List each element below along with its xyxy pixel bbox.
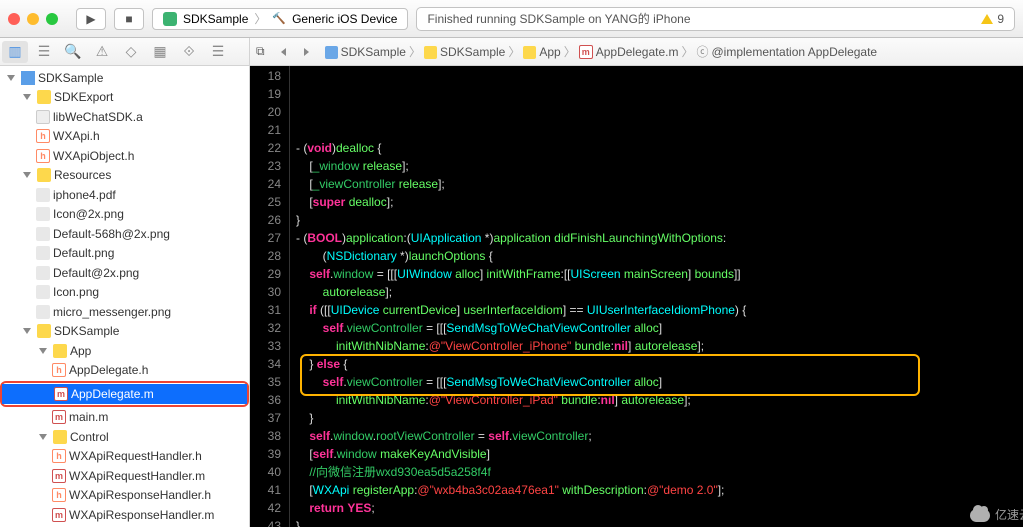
breadcrumb-item[interactable]: @implementation AppDelegate	[711, 45, 877, 59]
tree-row[interactable]: hWXApiRequestHandler.h	[0, 447, 249, 467]
jump-bar[interactable]: ⧉ SDKSample 〉 SDKSample 〉 App 〉 mAppDele…	[250, 38, 1023, 65]
folder-icon	[37, 324, 51, 338]
tree-row[interactable]: mWXApiResponseHandler.m	[0, 505, 249, 525]
lib-file-icon	[36, 110, 50, 124]
h-file-icon: h	[52, 363, 66, 377]
image-file-icon	[36, 207, 50, 221]
find-navigator-tab[interactable]: 🔍	[60, 41, 86, 63]
h-file-icon: h	[52, 488, 66, 502]
tree-row[interactable]: hWXApiObject.h	[0, 146, 249, 166]
forward-button[interactable]	[304, 48, 309, 56]
tree-row[interactable]: App	[0, 341, 249, 361]
m-file-icon: m	[52, 410, 66, 424]
tree-row[interactable]: libWeChatSDK.a	[0, 107, 249, 127]
tree-row[interactable]: SDKExport	[0, 88, 249, 108]
zoom-window-button[interactable]	[46, 13, 58, 25]
tree-row[interactable]: Control	[0, 427, 249, 447]
code-area[interactable]: 亿速云 - (void)dealloc { [_window release];…	[290, 66, 1023, 527]
breadcrumb-item[interactable]: AppDelegate.m	[596, 45, 679, 59]
navigation-bar: ▥ ☰ 🔍 ⚠ ◇ ▦ ⟐ ☰ ⧉ SDKSample 〉 SDKSample …	[0, 38, 1023, 66]
tree-row[interactable]: hWXApi.h	[0, 127, 249, 147]
image-file-icon	[36, 266, 50, 280]
m-file-icon: m	[52, 508, 66, 522]
run-button[interactable]: ▶	[76, 8, 106, 30]
debug-navigator-tab[interactable]: ▦	[147, 41, 173, 63]
warning-count: 9	[997, 12, 1004, 26]
image-file-icon	[36, 227, 50, 241]
window-controls	[8, 13, 58, 25]
issue-navigator-tab[interactable]: ⚠	[89, 41, 115, 63]
tree-row[interactable]: Icon.png	[0, 283, 249, 303]
line-gutter[interactable]: 1819202122232425262728293031323334353637…	[250, 66, 290, 527]
related-items-icon[interactable]: ⧉	[256, 44, 265, 59]
tree-row[interactable]: Icon@2x.png	[0, 205, 249, 225]
test-navigator-tab[interactable]: ◇	[118, 41, 144, 63]
image-file-icon	[36, 285, 50, 299]
folder-icon	[424, 46, 437, 59]
tree-row[interactable]: Default.png	[0, 244, 249, 264]
app-icon	[163, 12, 177, 26]
toolbar: ▶ ■ SDKSample 〉 🔨 Generic iOS Device Fin…	[0, 0, 1023, 38]
report-navigator-tab[interactable]: ☰	[205, 41, 231, 63]
folder-icon	[37, 90, 51, 104]
image-file-icon	[36, 188, 50, 202]
tree-row[interactable]: mAppDelegate.m	[2, 384, 247, 404]
back-button[interactable]	[281, 48, 286, 56]
scheme-selector[interactable]: SDKSample 〉 🔨 Generic iOS Device	[152, 8, 408, 30]
breadcrumb-item[interactable]: SDKSample	[341, 45, 406, 59]
h-file-icon: h	[52, 449, 66, 463]
tree-row[interactable]: mmain.m	[0, 408, 249, 428]
breakpoint-navigator-tab[interactable]: ⟐	[176, 41, 202, 63]
folder-icon	[523, 46, 536, 59]
h-file-icon: h	[36, 129, 50, 143]
project-navigator-tab[interactable]: ▥	[2, 41, 28, 63]
close-window-button[interactable]	[8, 13, 20, 25]
folder-icon	[37, 168, 51, 182]
minimize-window-button[interactable]	[27, 13, 39, 25]
tree-row[interactable]: iphone4.pdf	[0, 185, 249, 205]
symbol-navigator-tab[interactable]: ☰	[31, 41, 57, 63]
tree-row[interactable]: Default@2x.png	[0, 263, 249, 283]
scheme-device-label: Generic iOS Device	[292, 12, 397, 26]
warnings-indicator[interactable]: 9	[981, 12, 1004, 26]
tree-row[interactable]: mWXApiRequestHandler.m	[0, 466, 249, 486]
tree-row[interactable]: SDKSample	[0, 322, 249, 342]
folder-icon	[53, 344, 67, 358]
folder-icon	[53, 430, 67, 444]
navigator-tabs: ▥ ☰ 🔍 ⚠ ◇ ▦ ⟐ ☰	[0, 38, 250, 65]
activity-status[interactable]: Finished running SDKSample on YANG的 iPho…	[416, 7, 1015, 31]
breadcrumb-item[interactable]: App	[539, 45, 560, 59]
tree-row[interactable]: hAppDelegate.h	[0, 361, 249, 381]
h-file-icon: h	[36, 149, 50, 163]
source-editor[interactable]: 1819202122232425262728293031323334353637…	[250, 66, 1023, 527]
tree-row[interactable]: Default-568h@2x.png	[0, 224, 249, 244]
image-file-icon	[36, 246, 50, 260]
project-navigator[interactable]: SDKSampleSDKExportlibWeChatSDK.ahWXApi.h…	[0, 66, 250, 527]
image-file-icon	[36, 305, 50, 319]
warning-icon	[981, 14, 993, 24]
stop-button[interactable]: ■	[114, 8, 144, 30]
tree-row[interactable]: micro_messenger.png	[0, 302, 249, 322]
tree-row[interactable]: Resources	[0, 166, 249, 186]
project-icon	[325, 46, 338, 59]
project-icon	[21, 71, 35, 85]
tree-row[interactable]: SDKSample	[0, 68, 249, 88]
m-file-icon: m	[54, 387, 68, 401]
tree-row[interactable]: hWXApiResponseHandler.h	[0, 486, 249, 506]
m-file-icon: m	[579, 45, 593, 59]
m-file-icon: m	[52, 469, 66, 483]
status-text: Finished running SDKSample on YANG的 iPho…	[427, 10, 690, 27]
breadcrumb-item[interactable]: SDKSample	[440, 45, 505, 59]
scheme-target-label: SDKSample	[183, 12, 248, 26]
